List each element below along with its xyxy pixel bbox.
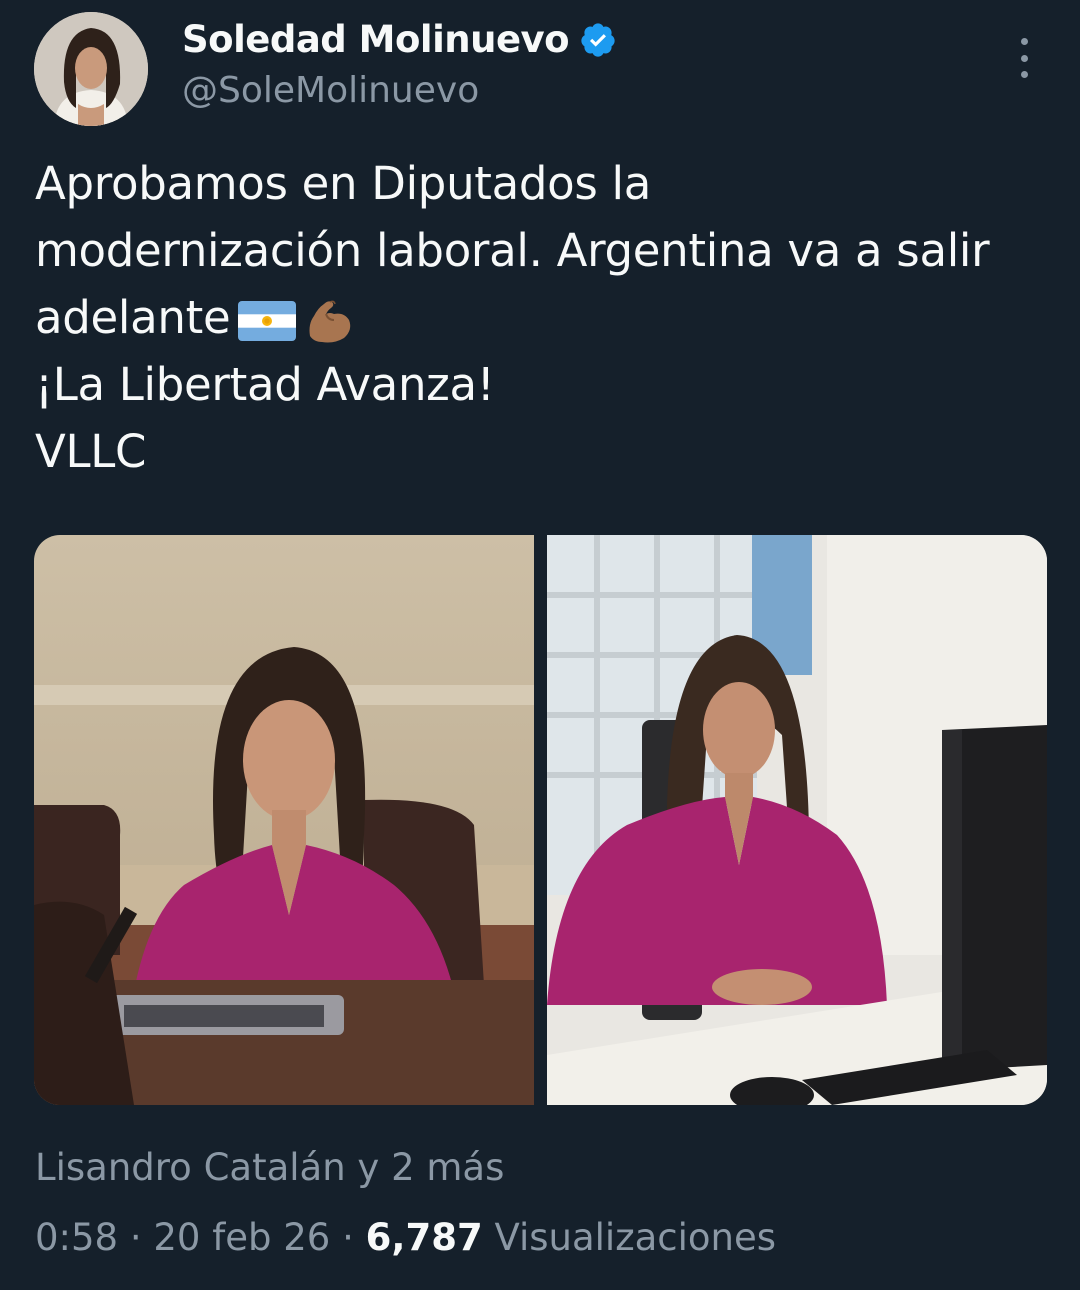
more-options-button[interactable] — [1004, 36, 1044, 80]
tweet-line-with-emoji: adelante — [35, 284, 1045, 351]
tweet-line: ¡La Libertad Avanza! — [35, 358, 495, 411]
media-photo-1[interactable] — [34, 535, 535, 1105]
tweet-time[interactable]: 0:58 — [35, 1216, 118, 1259]
author-handle[interactable]: @SoleMolinuevo — [182, 70, 479, 111]
views-count: 6,787 — [365, 1216, 483, 1259]
photo-chamber-seat-icon — [34, 535, 534, 1105]
photo-office-desk-icon — [546, 535, 1047, 1105]
flag-argentina-emoji — [238, 301, 297, 341]
avatar[interactable] — [34, 12, 148, 126]
more-dot — [1020, 54, 1028, 62]
media-grid — [34, 535, 1047, 1105]
author-name[interactable]: Soledad Molinuevo — [182, 18, 570, 61]
meta-separator: · — [129, 1216, 142, 1259]
tweet-date[interactable]: 20 feb 26 — [153, 1216, 330, 1259]
meta-separator: · — [342, 1216, 354, 1259]
tweet-line: modernización laboral. Argentina va a sa… — [35, 224, 990, 277]
flexed-biceps-emoji — [309, 300, 351, 343]
more-vertical-icon — [1020, 38, 1028, 45]
more-dot — [1020, 71, 1028, 78]
tweet-text: Aprobamos en Diputados la modernización … — [35, 150, 1045, 485]
verified-badge-icon — [581, 22, 615, 57]
social-context[interactable]: Lisandro Catalán y 2 más — [35, 1146, 504, 1189]
tweet-line: adelante — [35, 291, 231, 344]
tweet-line: Aprobamos en Diputados la — [35, 157, 652, 210]
views-label: Visualizaciones — [494, 1216, 777, 1259]
media-photo-2[interactable] — [546, 535, 1047, 1105]
tweet-meta: 0:58 · 20 feb 26 · 6,787 Visualizaciones — [35, 1216, 776, 1259]
author-row[interactable]: Soledad Molinuevo — [182, 18, 617, 61]
tweet-line: VLLC — [35, 425, 147, 478]
profile-photo-icon — [34, 12, 148, 126]
